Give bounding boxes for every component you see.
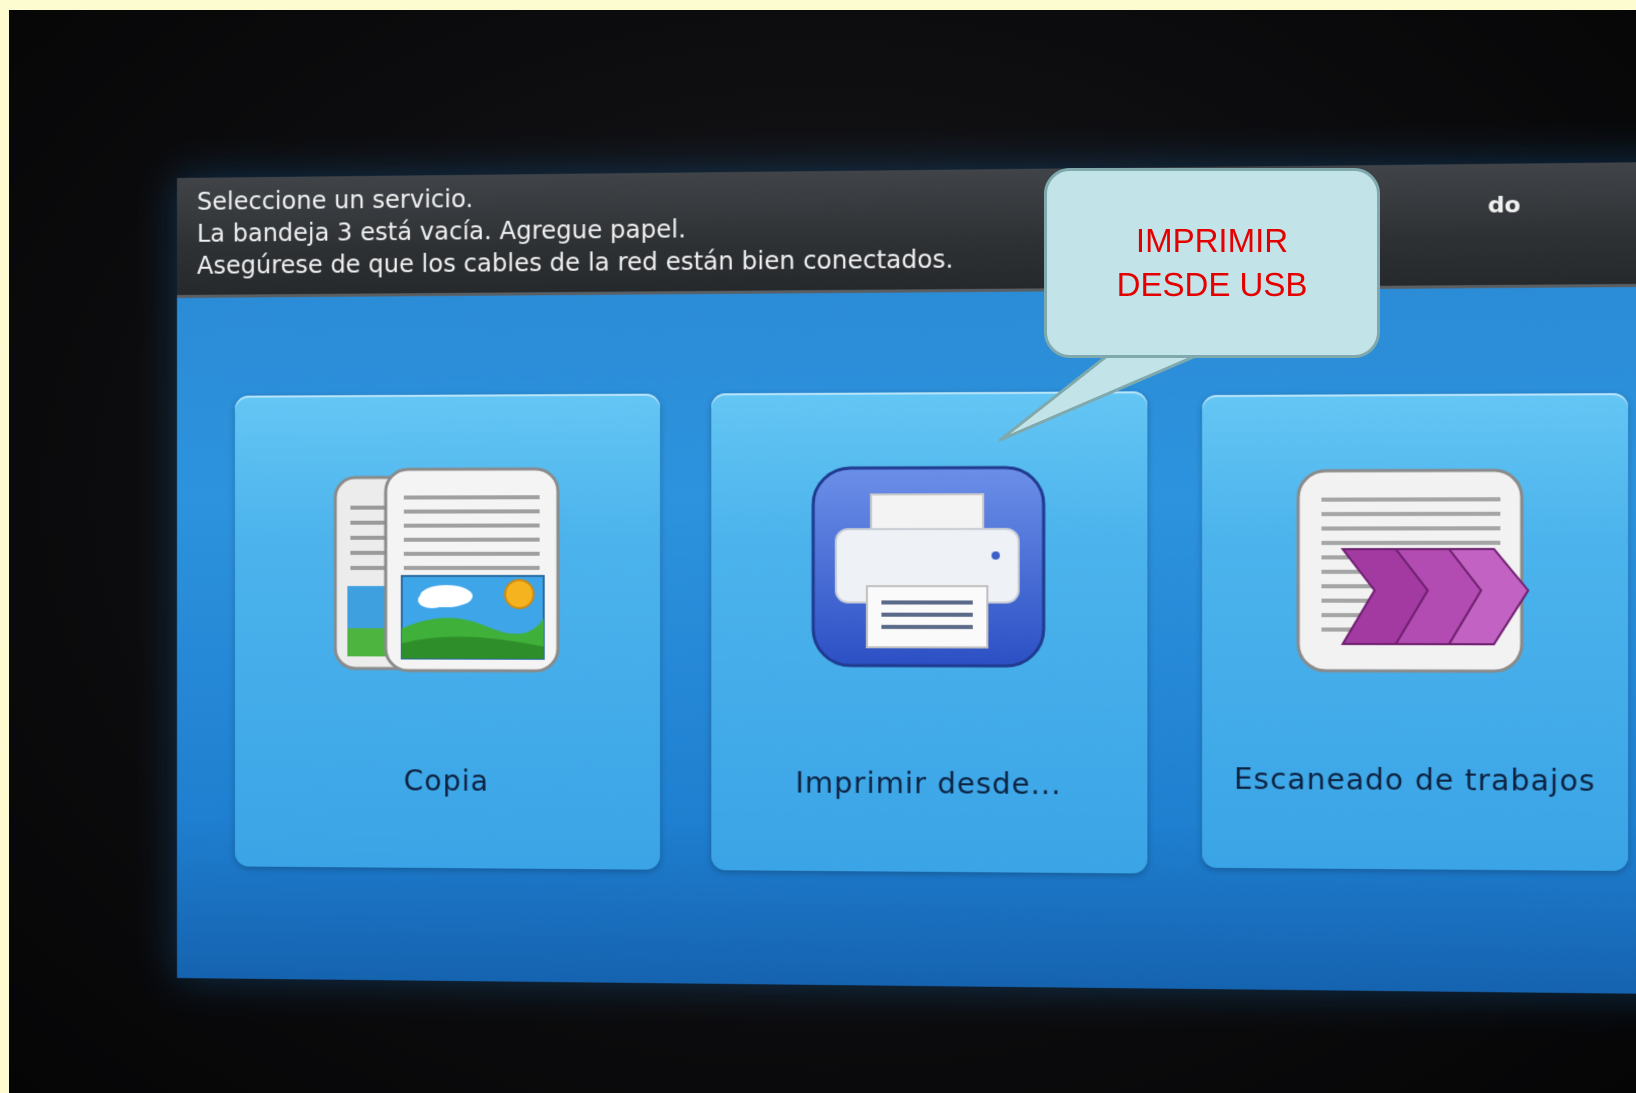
service-tile-scan[interactable]: Escaneado de trabajos bbox=[1202, 393, 1629, 872]
copy-icon bbox=[325, 467, 568, 683]
printer-icon bbox=[809, 465, 1048, 674]
scan-icon bbox=[1292, 468, 1537, 679]
callout-usb: IMPRIMIR DESDE USB bbox=[1044, 168, 1380, 358]
service-label-copy: Copia bbox=[403, 764, 490, 798]
service-label-scan: Escaneado de trabajos bbox=[1233, 762, 1596, 799]
service-tile-print-from[interactable]: Imprimir desde... bbox=[711, 391, 1148, 874]
status-right-fragment: do bbox=[1487, 192, 1521, 219]
touch-screen: Seleccione un servicio. La bandeja 3 est… bbox=[177, 161, 1636, 995]
status-bar: Seleccione un servicio. La bandeja 3 est… bbox=[177, 161, 1636, 298]
service-tile-copy[interactable]: Copia bbox=[234, 393, 661, 870]
callout-text: IMPRIMIR DESDE USB bbox=[1116, 222, 1308, 303]
service-label-print-from: Imprimir desde... bbox=[795, 766, 1062, 802]
device-photo: Seleccione un servicio. La bandeja 3 est… bbox=[9, 10, 1636, 1093]
